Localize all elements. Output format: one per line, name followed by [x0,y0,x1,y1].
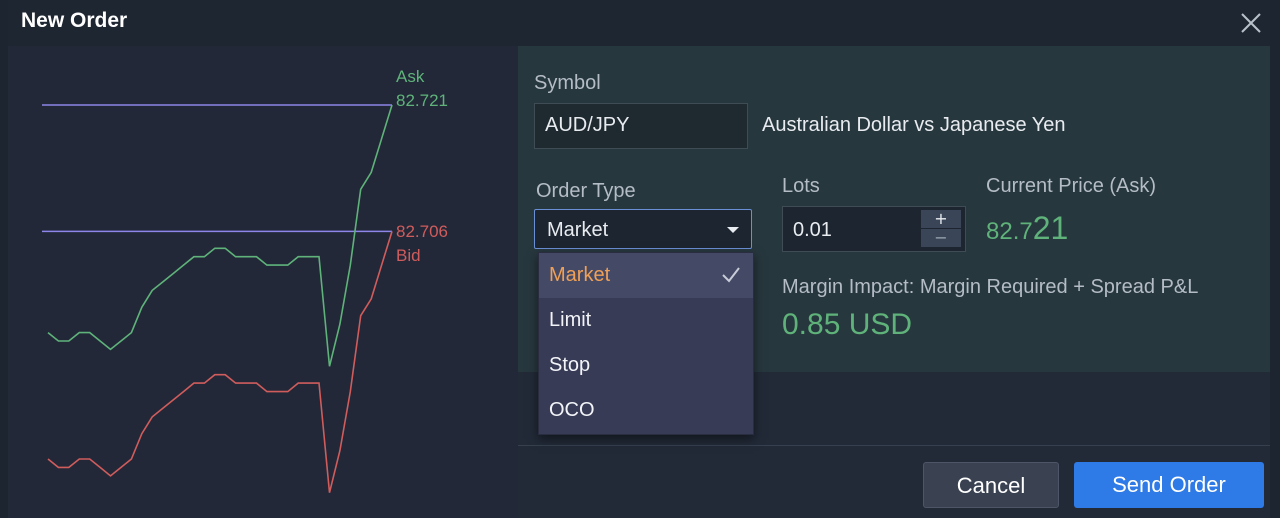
dialog-title: New Order [21,9,128,32]
caret-down-icon [727,227,739,233]
order-type-label: Order Type [536,180,636,202]
order-type-value: Market [547,219,609,241]
lots-decrement-button[interactable]: − [921,229,961,247]
cancel-button[interactable]: Cancel [923,462,1059,508]
series-line-ask [47,104,393,367]
ask-label: Ask [396,67,425,86]
lots-stepper: 0.01 + − [782,206,966,252]
current-price-pips: 21 [1032,210,1069,246]
lots-increment-button[interactable]: + [921,210,961,228]
dropdown-option-limit[interactable]: Limit [539,298,753,343]
dropdown-option-stop[interactable]: Stop [539,343,753,388]
series-line-bid [47,231,393,493]
current-price-main: 82.7 [986,218,1033,245]
dropdown-option-label: Stop [549,354,591,376]
bid-label: Bid [396,246,421,265]
dropdown-option-oco[interactable]: OCO [539,388,753,433]
dropdown-option-label: Market [549,264,611,286]
dropdown-option-market[interactable]: Market [539,253,753,298]
order-type-dropdown: Market Limit Stop OCO [538,252,754,435]
close-icon[interactable] [1238,10,1264,36]
lots-label: Lots [782,175,820,197]
symbol-label: Symbol [534,72,601,94]
margin-impact-value: 0.85 USD [782,308,913,341]
divider [518,445,1270,446]
dropdown-option-label: OCO [549,399,595,421]
price-chart: Ask 82.721 82.706 Bid [10,46,518,518]
margin-impact-label: Margin Impact: Margin Required + Spread … [782,276,1199,298]
title-bar: New Order [8,0,1270,46]
symbol-description: Australian Dollar vs Japanese Yen [762,114,1066,136]
send-order-button[interactable]: Send Order [1074,462,1264,508]
ask-price: 82.721 [396,91,448,110]
order-type-select[interactable]: Market [534,209,752,249]
current-price-label: Current Price (Ask) [986,175,1157,197]
lots-input[interactable]: 0.01 [793,219,832,242]
check-icon [722,267,740,283]
dropdown-option-label: Limit [549,309,592,331]
price-chart-svg [42,104,393,493]
bid-price: 82.706 [396,222,448,241]
current-price-value: 82.721 [986,210,1068,247]
symbol-field[interactable]: AUD/JPY [534,103,748,149]
